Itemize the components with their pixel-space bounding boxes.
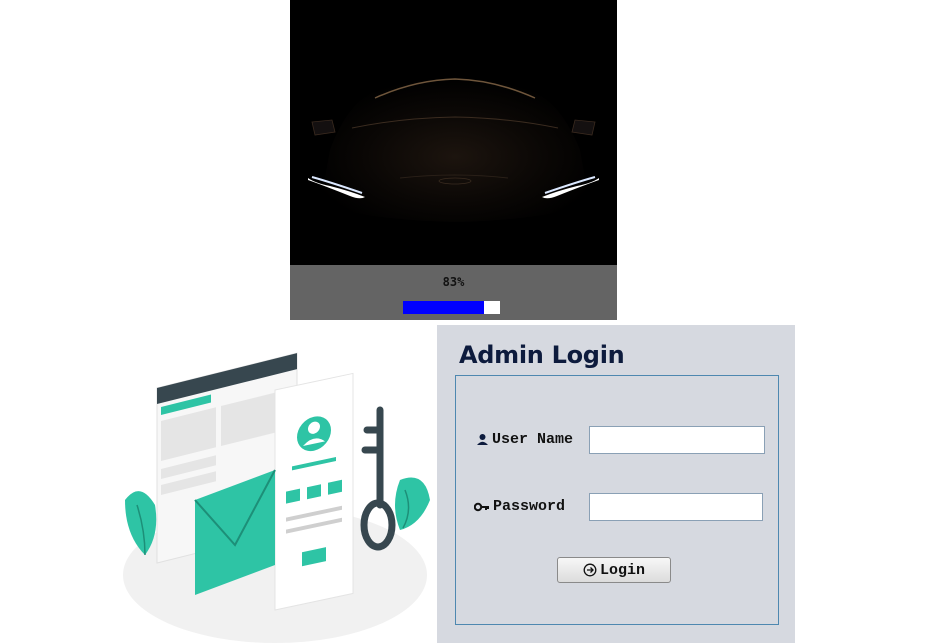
progress-bar [403, 301, 500, 314]
login-button[interactable]: Login [557, 557, 671, 583]
username-field[interactable] [589, 426, 765, 454]
login-form: User Name Password Login [455, 375, 779, 625]
splash-panel: 83% [290, 0, 617, 320]
login-illustration [123, 352, 430, 643]
admin-login-panel: Admin Login User Name Password Login [437, 325, 795, 643]
login-title: Admin Login [459, 341, 625, 369]
car-image [290, 0, 617, 265]
username-label: User Name [492, 431, 574, 448]
progress-bar-fill [403, 301, 484, 314]
progress-percent: 83% [442, 275, 465, 289]
password-field[interactable] [589, 493, 763, 521]
login-arrow-icon [583, 563, 597, 577]
password-label: Password [493, 498, 566, 515]
username-label-group: User Name [476, 431, 573, 448]
loading-bar-area: 83% [290, 265, 617, 320]
user-icon [476, 433, 489, 446]
key-icon [474, 502, 490, 512]
password-label-group: Password [474, 498, 565, 515]
login-button-label: Login [599, 561, 645, 579]
